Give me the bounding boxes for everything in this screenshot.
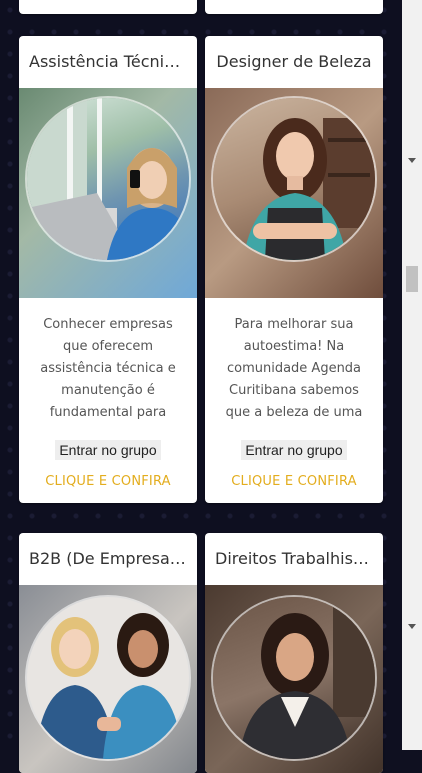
scroll-down-arrow-icon[interactable] [408, 158, 416, 163]
see-more-link[interactable]: CLIQUE E CONFIRA [29, 474, 187, 489]
group-card[interactable]: Assistência Técnic... Conhecer empresas … [19, 36, 197, 503]
card-image[interactable] [205, 88, 383, 298]
businesswoman-illustration [239, 607, 375, 759]
profile-photo [213, 597, 375, 759]
card-description: Para melhorar sua autoestima! Na comunid… [225, 317, 363, 420]
group-card[interactable]: B2B (De Empresa ... [19, 533, 197, 773]
join-group-button[interactable]: Entrar no grupo [241, 440, 347, 460]
card-title[interactable]: Assistência Técnic... [19, 36, 197, 88]
page-background: Assistência Técnic... Conhecer empresas … [0, 0, 402, 773]
profile-photo [213, 98, 375, 260]
card-partial-top-right [205, 0, 383, 14]
join-group-button[interactable]: Entrar no grupo [55, 440, 161, 460]
profile-photo [27, 98, 189, 260]
businesswomen-illustration [35, 613, 183, 759]
group-card[interactable]: Direitos Trabalhist... [205, 533, 383, 773]
see-more-link[interactable]: CLIQUE E CONFIRA [215, 474, 373, 489]
scrollbar-thumb[interactable] [406, 266, 418, 292]
profile-photo [27, 597, 189, 759]
card-title[interactable]: Designer de Beleza [205, 36, 383, 88]
card-image[interactable] [205, 585, 383, 773]
scrollbar[interactable] [402, 0, 422, 750]
group-card[interactable]: Designer de Beleza Para melhorar sua aut… [205, 36, 383, 503]
card-title[interactable]: B2B (De Empresa ... [19, 533, 197, 585]
scroll-down-arrow-icon[interactable] [408, 624, 416, 629]
card-title[interactable]: Direitos Trabalhist... [205, 533, 383, 585]
card-partial-top-left [19, 0, 197, 14]
card-image[interactable] [19, 585, 197, 773]
card-description: Conhecer empresas que oferecem assistênc… [40, 317, 176, 420]
woman-phone-laptop-illustration [27, 98, 189, 260]
card-image[interactable] [19, 88, 197, 298]
beauty-designer-illustration [243, 118, 375, 260]
